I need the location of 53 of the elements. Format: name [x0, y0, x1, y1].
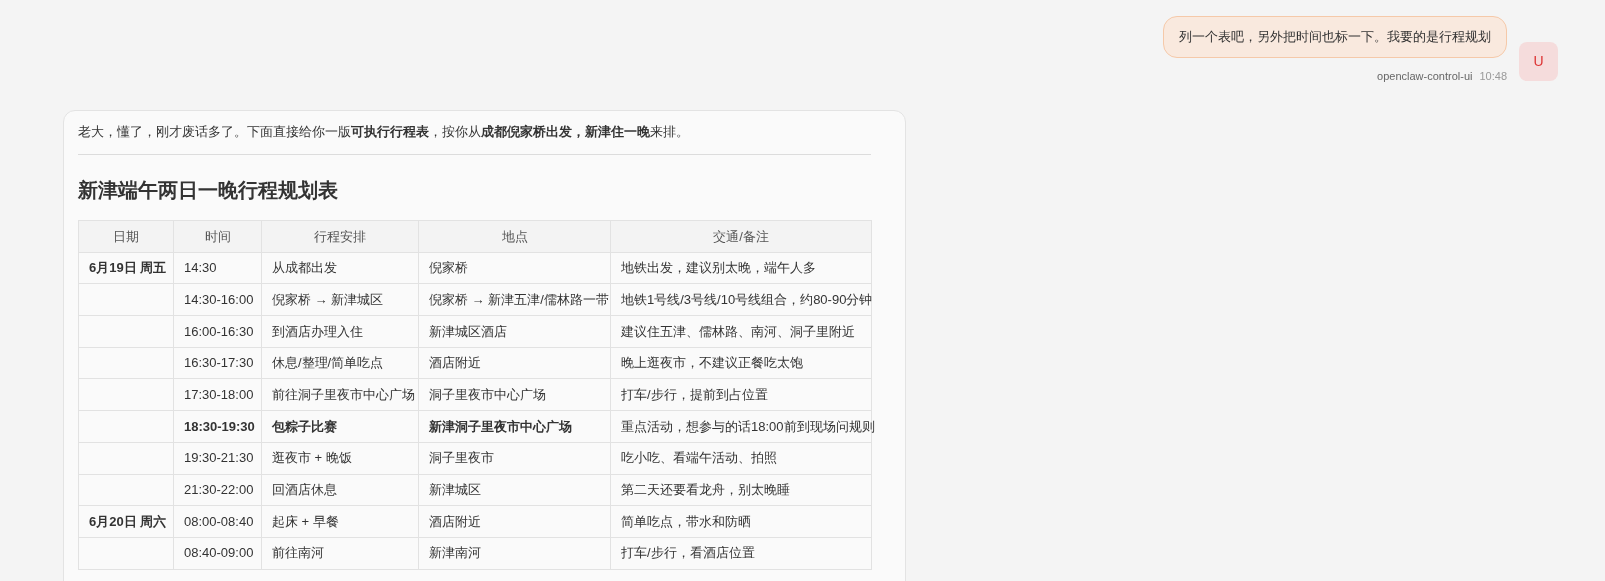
message-bubble: 列一个表吧，另外把时间也标一下。我要的是行程规划 [1163, 16, 1507, 58]
sender-name: openclaw-control-ui [1377, 68, 1473, 84]
table-cell: 从成都出发 [261, 252, 419, 284]
table-cell: 17:30-18:00 [173, 378, 262, 411]
user-avatar: U [1519, 42, 1558, 81]
table-cell: 新津南河 [418, 537, 611, 570]
table-cell: 新津城区 [418, 474, 611, 506]
table-cell: 打车/步行，提前到占位置 [610, 378, 872, 411]
column-header: 交通/备注 [610, 220, 872, 253]
table-cell: 酒店附近 [418, 505, 611, 538]
table-cell: 包粽子比赛 [261, 410, 419, 443]
table-cell: 起床 + 早餐 [261, 505, 419, 538]
table-cell: 回酒店休息 [261, 474, 419, 506]
table-cell: 晚上逛夜市，不建议正餐吃太饱 [610, 347, 872, 379]
column-header: 地点 [418, 220, 611, 253]
table-cell: 地铁1号线/3号线/10号线组合，约80-90分钟 [610, 283, 872, 316]
table-cell: 逛夜市 + 晚饭 [261, 442, 419, 474]
table-cell: 18:30-19:30 [173, 410, 262, 443]
column-header: 行程安排 [261, 220, 419, 253]
table-cell: 酒店附近 [418, 347, 611, 379]
table-cell: 14:30-16:00 [173, 283, 262, 316]
table-cell: 14:30 [173, 252, 262, 284]
table-cell: 新津城区酒店 [418, 315, 611, 348]
table-cell: 洞子里夜市 [418, 442, 611, 474]
column-header: 日期 [78, 220, 174, 253]
table-cell: 到酒店办理入住 [261, 315, 419, 348]
message-time: 10:48 [1479, 68, 1507, 84]
table-cell: 简单吃点，带水和防晒 [610, 505, 872, 538]
section-heading: 新津端午两日一晚行程规划表 [78, 178, 339, 203]
table-cell: 倪家桥 → 新津五津/儒林路一带 [418, 283, 611, 316]
table-cell: 前往洞子里夜市中心广场 [261, 378, 419, 411]
table-cell: 6月20日 周六 [78, 505, 174, 538]
table-cell: 08:00-08:40 [173, 505, 262, 538]
table-cell: 倪家桥 → 新津城区 [261, 283, 419, 316]
table-cell: 吃小吃、看端午活动、拍照 [610, 442, 872, 474]
table-cell: 6月19日 周五 [78, 252, 174, 284]
table-cell: 建议住五津、儒林路、南河、洞子里附近 [610, 315, 872, 348]
table-cell: 第二天还要看龙舟，别太晚睡 [610, 474, 872, 506]
table-cell: 地铁出发，建议别太晚，端午人多 [610, 252, 872, 284]
table-cell: 前往南河 [261, 537, 419, 570]
table-cell: 新津洞子里夜市中心广场 [418, 410, 611, 443]
table-cell: 16:30-17:30 [173, 347, 262, 379]
intro-text: 老大，懂了，刚才废话多了。下面直接给你一版可执行行程表，按你从成都倪家桥出发，新津住一晚来排。 [78, 123, 690, 141]
table-cell: 重点活动，想参与的话18:00前到现场问规则 [610, 410, 872, 443]
column-header: 时间 [173, 220, 262, 253]
table-cell: 21:30-22:00 [173, 474, 262, 506]
table-cell: 倪家桥 [418, 252, 611, 284]
table-cell: 休息/整理/简单吃点 [261, 347, 419, 379]
table-cell: 16:00-16:30 [173, 315, 262, 348]
table-cell: 洞子里夜市中心广场 [418, 378, 611, 411]
table-cell: 08:40-09:00 [173, 537, 262, 570]
table-cell: 19:30-21:30 [173, 442, 262, 474]
table-cell: 打车/步行，看酒店位置 [610, 537, 872, 570]
